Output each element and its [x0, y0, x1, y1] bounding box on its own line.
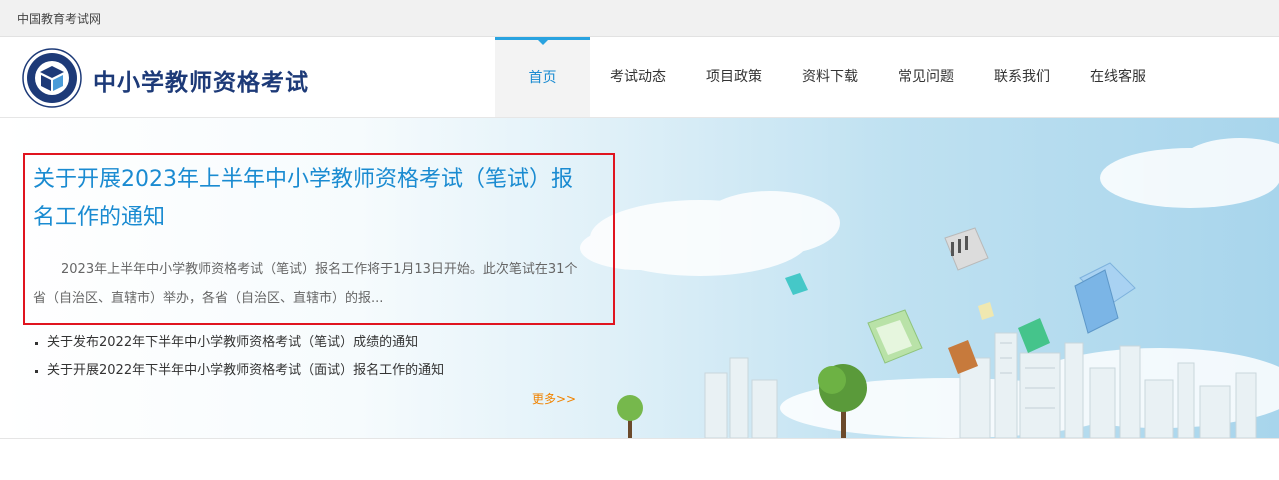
site-home-link[interactable]: 中国教育考试网	[17, 10, 101, 27]
news-list-item[interactable]: 关于开展2022年下半年中小学教师资格考试（面试）报名工作的通知	[35, 357, 444, 385]
news-list: 关于发布2022年下半年中小学教师资格考试（笔试）成绩的通知 关于开展2022年…	[35, 329, 444, 385]
nav-label: 考试动态	[610, 69, 666, 85]
main-nav: 首页 考试动态 项目政策 资料下载 常见问题 联系我们 在线客服	[495, 37, 1166, 117]
featured-news-title[interactable]: 关于开展2023年上半年中小学教师资格考试（笔试）报名工作的通知	[33, 161, 573, 237]
nav-contact[interactable]: 联系我们	[974, 37, 1070, 117]
brand-title[interactable]: 中小学教师资格考试	[93, 63, 309, 97]
nav-policy[interactable]: 项目政策	[686, 37, 782, 117]
nav-online-service[interactable]: 在线客服	[1070, 37, 1166, 117]
nav-exam-news[interactable]: 考试动态	[590, 37, 686, 117]
nav-home[interactable]: 首页	[495, 37, 590, 117]
featured-news-highlight: 关于开展2023年上半年中小学教师资格考试（笔试）报名工作的通知 2023年上半…	[23, 153, 615, 325]
nav-label: 首页	[528, 70, 557, 86]
exam-logo-icon[interactable]	[22, 48, 82, 108]
nav-label: 在线客服	[1090, 69, 1146, 85]
nav-faq[interactable]: 常见问题	[878, 37, 974, 117]
divider	[0, 438, 1279, 439]
more-news-link[interactable]: 更多>>	[532, 390, 576, 407]
nav-label: 常见问题	[898, 69, 954, 85]
news-list-item[interactable]: 关于发布2022年下半年中小学教师资格考试（笔试）成绩的通知	[35, 329, 444, 357]
banner: 关于开展2023年上半年中小学教师资格考试（笔试）报名工作的通知 2023年上半…	[0, 118, 1279, 438]
top-bar: 中国教育考试网	[0, 0, 1279, 37]
featured-news-summary: 2023年上半年中小学教师资格考试（笔试）报名工作将于1月13日开始。此次笔试在…	[33, 262, 578, 306]
nav-label: 资料下载	[802, 69, 858, 85]
nav-label: 项目政策	[706, 69, 762, 85]
nav-downloads[interactable]: 资料下载	[782, 37, 878, 117]
nav-label: 联系我们	[994, 69, 1050, 85]
header: 中小学教师资格考试 首页 考试动态 项目政策 资料下载 常见问题 联系我们 在线…	[0, 37, 1279, 118]
active-caret-icon	[537, 40, 548, 45]
